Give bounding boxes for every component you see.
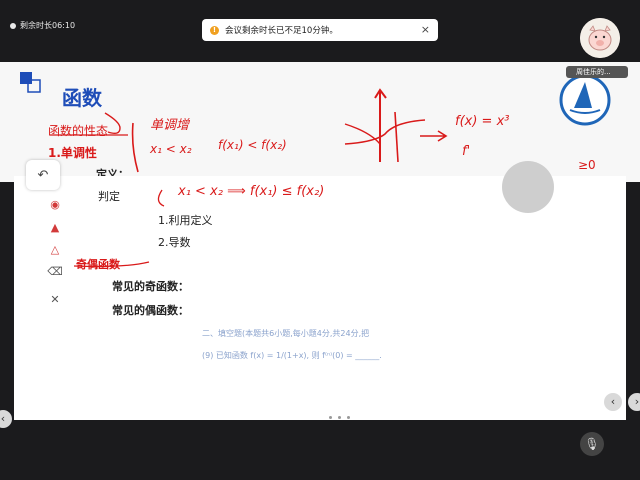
handwriting-derivative: f' [462, 144, 471, 159]
record-icon: ◉ [50, 197, 60, 211]
section-properties: 函数的性态 [48, 124, 109, 138]
handwriting-right1: ≥0 [578, 158, 596, 172]
marker-icon: △ [50, 242, 60, 256]
method-definition: 1.利用定义 [158, 214, 213, 227]
common-even-functions: 常见的偶函数： [112, 304, 189, 317]
handwriting-judge: x₁ < x₂ ⟹ f(x₁) ≤ f(x₂) [178, 184, 325, 199]
handwriting-cube: f(x) = x³ [455, 114, 510, 129]
undo-button[interactable]: ↶ [26, 160, 60, 190]
remaining-time: 剩余时长06:10 [10, 20, 75, 31]
participant-name-badge: 周佳乐的... [566, 66, 628, 78]
participant-avatar[interactable] [580, 18, 620, 58]
judge-label: 判定 [98, 190, 120, 203]
common-odd-functions: 常见的奇函数： [112, 280, 189, 293]
exam-question-header: 二、填空题(本题共6小题,每小题4分,共24分,把 [202, 329, 370, 338]
highlighter-tool-button[interactable]: ▲ [46, 218, 64, 236]
handwriting-ineq2: f(x₁) < f(x₂) [218, 138, 287, 152]
pig-avatar-icon [580, 18, 620, 58]
method-derivative: 2.导数 [158, 236, 191, 249]
microphone-icon: 🎙 [584, 437, 600, 451]
chevron-left-icon: ‹ [610, 395, 616, 408]
warning-icon: ! [210, 25, 219, 35]
canvas-strokes [73, 189, 165, 268]
exam-question-9: (9) 已知函数 f(x) = 1/(1+x), 则 f⁽ⁿ⁾(0) = ___… [202, 351, 382, 360]
chevron-left-icon: ‹ [0, 412, 6, 425]
handwriting-ineq1: x₁ < x₂ [150, 142, 192, 156]
section-odd-even: 奇偶函数 [76, 258, 120, 271]
prev-slide-button[interactable]: ‹ [604, 393, 622, 411]
whiteboard-canvas[interactable]: 判定 x₁ < x₂ ⟹ f(x₁) ≤ f(x₂) 1.利用定义 2.导数 奇… [14, 176, 626, 420]
laser-pointer-overlay [502, 161, 554, 213]
microphone-button[interactable]: 🎙 [580, 432, 604, 456]
toast-message: 会议剩余时长已不足10分钟。 [225, 26, 338, 36]
remaining-time-label: 剩余时长06:10 [20, 21, 76, 30]
item-monotonic: 1.单调性 [48, 146, 97, 160]
handwriting-monotonic: 单调增 [150, 118, 190, 133]
next-slide-button[interactable]: › [628, 393, 640, 411]
toast-close-button[interactable]: × [421, 23, 430, 36]
meeting-time-toast: ! 会议剩余时长已不足10分钟。 × [202, 19, 438, 41]
pen-tool-button[interactable]: ◉ [46, 195, 64, 213]
bottom-bar [0, 420, 640, 480]
top-bar: 剩余时长06:10 ! 会议剩余时长已不足10分钟。 × [0, 0, 640, 62]
clear-tool-button[interactable]: ✕ [46, 290, 64, 308]
marker-tool-button[interactable]: △ [46, 240, 64, 258]
pen-icon: ▲ [50, 220, 60, 234]
close-icon: ✕ [50, 292, 60, 306]
eraser-icon: ⌫ [47, 264, 63, 278]
eraser-tool-button[interactable]: ⌫ [46, 262, 64, 280]
shared-slide-top: 函数 函数的性态 1.单调性 定义： 单调增 x₁ < x₂ f(x₁) < f… [0, 62, 640, 182]
slide-title: 函数 [62, 86, 102, 110]
undo-icon: ↶ [37, 167, 49, 183]
clock-icon [10, 22, 16, 29]
chevron-right-icon: › [634, 395, 640, 408]
